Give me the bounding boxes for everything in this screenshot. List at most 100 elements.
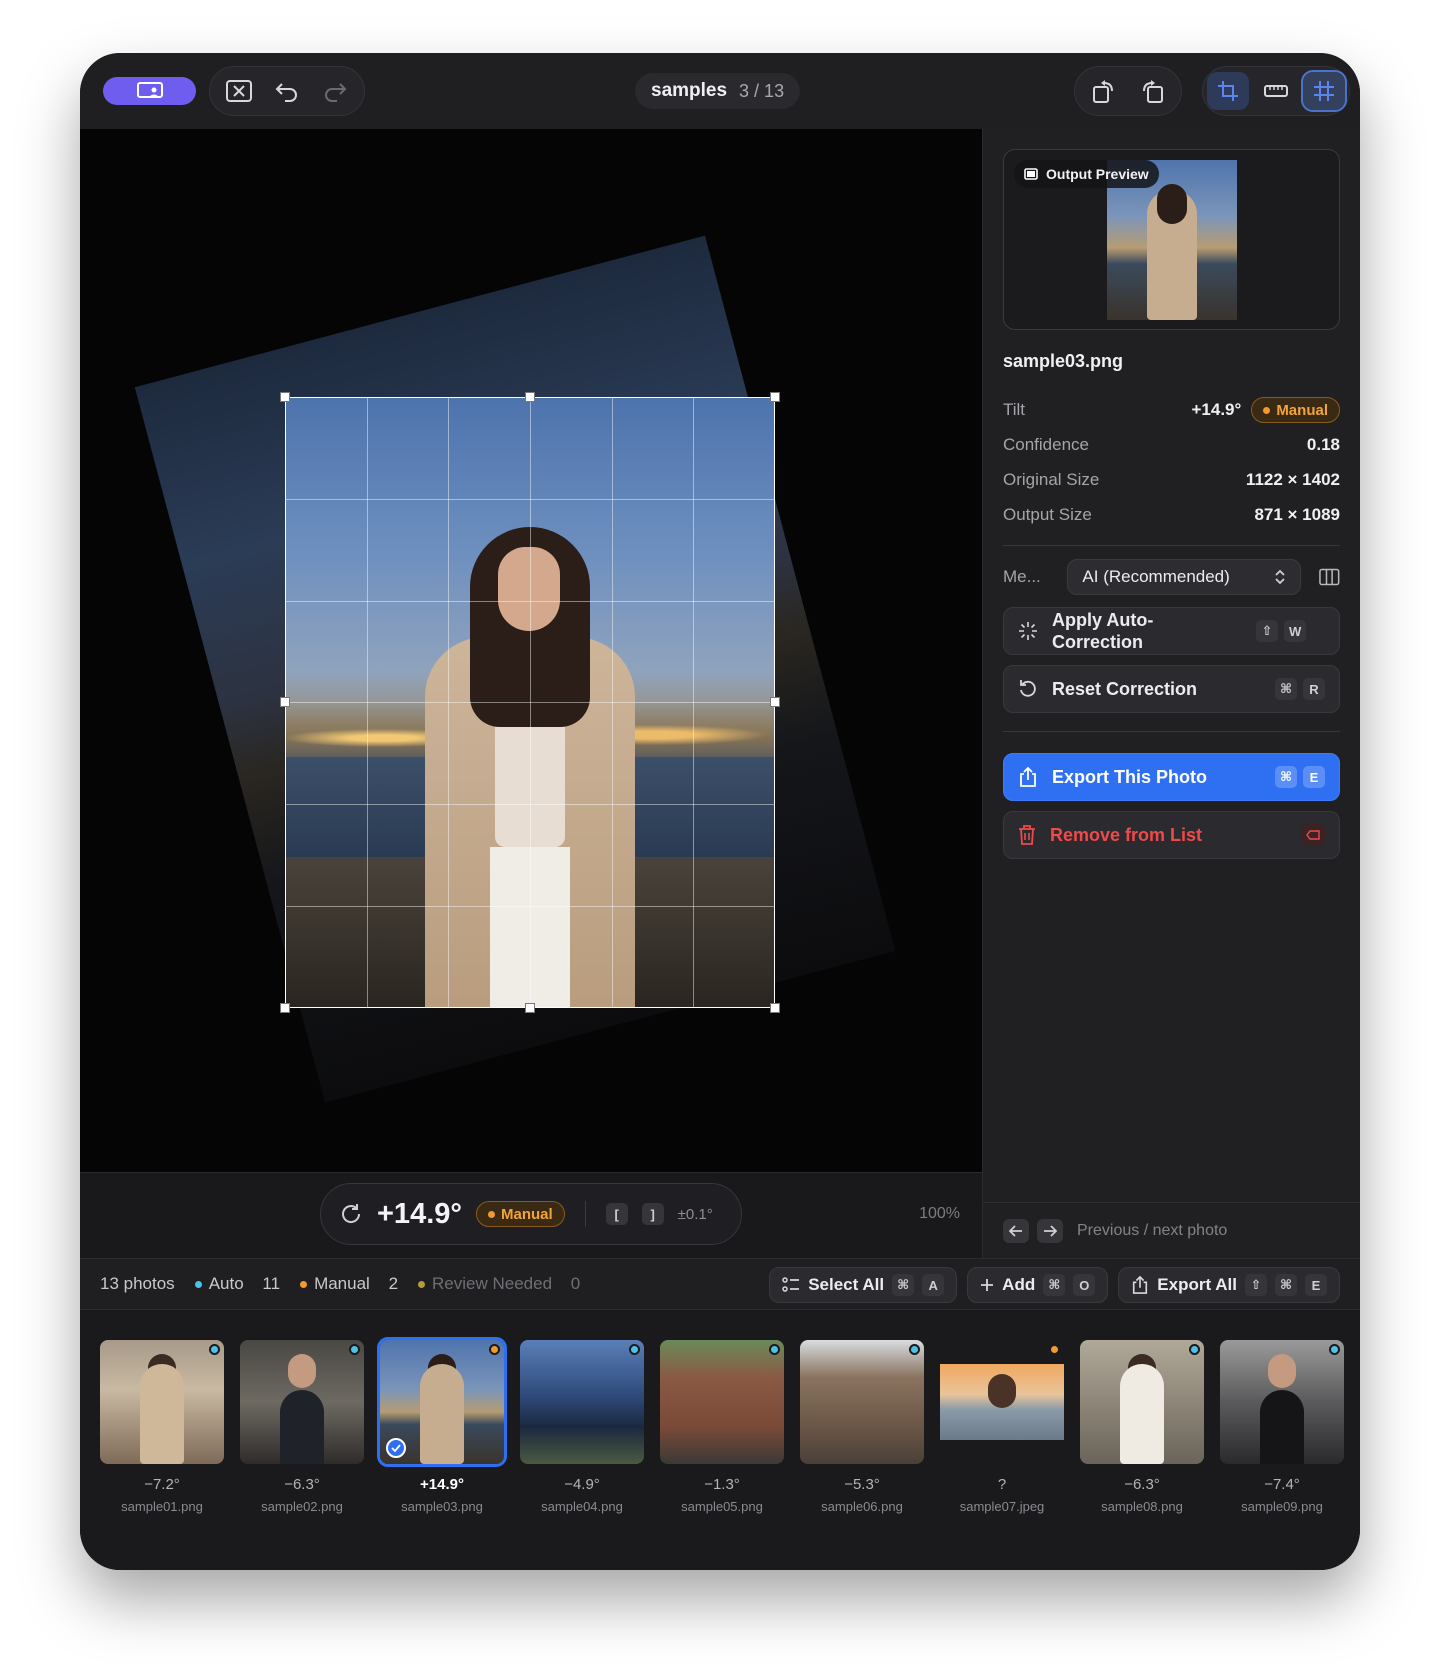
stats-bar: 13 photos Auto 11 Manual 2 Review Needed… [80, 1258, 1360, 1310]
thumbnail-angle: −1.3° [704, 1476, 740, 1493]
folder-name: samples [651, 80, 728, 101]
thumbnail-selected[interactable]: +14.9° sample03.png [377, 1337, 507, 1514]
titlebar: samples 3 / 13 [80, 53, 1360, 129]
method-select[interactable]: AI (Recommended) [1067, 559, 1302, 595]
rotate-right-icon [1143, 80, 1163, 103]
add-photos-button[interactable]: Add ⌘ O [967, 1267, 1109, 1303]
crop-handle-top-left[interactable] [280, 392, 290, 402]
rotate-left-button[interactable] [1083, 72, 1125, 110]
angle-value: +14.9° [377, 1197, 462, 1230]
select-all-button[interactable]: Select All ⌘ A [769, 1267, 958, 1303]
zoom-level[interactable]: 100% [919, 1205, 960, 1223]
thumbnail-image [377, 1337, 507, 1467]
remove-from-list-button[interactable]: Remove from List [1003, 811, 1340, 859]
screen-icon [1024, 168, 1038, 180]
info-key: Output Size [1003, 505, 1092, 524]
thumbnail[interactable]: ? sample07.jpeg [940, 1340, 1064, 1514]
step-up-key[interactable]: ] [641, 1203, 664, 1225]
divider [1003, 731, 1340, 732]
status-dot-icon [1189, 1344, 1200, 1355]
thumbnail-image [100, 1340, 224, 1464]
photo-canvas[interactable] [80, 129, 982, 1172]
document-title: samples 3 / 13 [635, 73, 801, 109]
reset-icon [1020, 680, 1036, 697]
divider [584, 1201, 586, 1227]
share-icon [1020, 766, 1036, 787]
edit-toolbar [209, 66, 365, 116]
photo-count: 13 photos [100, 1274, 175, 1294]
thumbnail[interactable]: −4.9° sample04.png [520, 1340, 644, 1514]
status-dot-icon [1329, 1344, 1340, 1355]
crop-handle-top[interactable] [525, 392, 535, 402]
output-preview: Output Preview [1003, 149, 1340, 330]
thumbnail-angle: −4.9° [564, 1476, 600, 1493]
thumbnail-filename: sample07.jpeg [959, 1499, 1045, 1514]
redo-button[interactable] [314, 72, 356, 110]
rotate-right-button[interactable] [1131, 72, 1173, 110]
compare-columns-icon[interactable] [1319, 568, 1340, 586]
shortcut-key: ⌘ [1043, 1274, 1066, 1296]
reset-correction-button[interactable]: Reset Correction ⌘ R [1003, 665, 1340, 713]
info-key: Original Size [1003, 470, 1100, 489]
ruler-icon [1264, 85, 1288, 97]
mode-badge: Manual [475, 1201, 565, 1227]
crop-frame [285, 397, 775, 1008]
thumbnail[interactable]: −7.2° sample01.png [100, 1340, 224, 1514]
rotate-reset-icon[interactable] [339, 1202, 363, 1226]
filmstrip: −7.2° sample01.png −6.3° sample02.png +1… [80, 1310, 1360, 1570]
overlay-toolbar [1202, 66, 1350, 116]
info-row-original-size: Original Size 1122 × 1402 [1003, 465, 1340, 495]
close-box-icon [226, 80, 252, 102]
thumbnail-filename: sample03.png [401, 1499, 483, 1514]
thumbnail[interactable]: −5.3° sample06.png [800, 1340, 924, 1514]
crop-handle-left[interactable] [280, 697, 290, 707]
shortcut-key: O [1073, 1274, 1096, 1296]
mode-badge-label: Manual [500, 1205, 553, 1223]
thumbnail-angle: ? [997, 1476, 1007, 1493]
manual-label: Manual [314, 1274, 370, 1293]
app-window: samples 3 / 13 +14.9° Manual [] ±0.1° 1… [80, 53, 1360, 1570]
crop-icon [1218, 81, 1238, 101]
export-all-button[interactable]: Export All ⇧ ⌘ E [1118, 1267, 1340, 1303]
shortcut-key: E [1305, 1274, 1327, 1296]
thumbnail-image [660, 1340, 784, 1464]
status-dot-icon [349, 1344, 360, 1355]
status-dot-icon [909, 1344, 920, 1355]
undo-button[interactable] [266, 72, 308, 110]
photo-count-label: 13 photos [100, 1274, 175, 1293]
info-row-output-size: Output Size 871 × 1089 [1003, 500, 1340, 530]
thumbnail-filename: sample01.png [121, 1499, 203, 1514]
angle-control[interactable]: +14.9° Manual [ ] ±0.1° [320, 1183, 742, 1245]
share-icon [1133, 1275, 1148, 1294]
thumbnail[interactable]: −7.4° sample09.png [1220, 1340, 1344, 1514]
close-photo-button[interactable] [218, 72, 260, 110]
shortcut-key: A [922, 1274, 945, 1296]
thumbnail[interactable]: −6.3° sample02.png [240, 1340, 364, 1514]
info-value: 1122 × 1402 [1245, 470, 1340, 489]
angle-bar: +14.9° Manual [ ] ±0.1° 100% [80, 1172, 982, 1258]
export-this-photo-button[interactable]: Export This Photo ⌘ E [1003, 753, 1340, 801]
level-tool-button[interactable] [1255, 72, 1297, 110]
thumbnail[interactable]: −1.3° sample05.png [660, 1340, 784, 1514]
crop-handle-top-right[interactable] [770, 392, 780, 402]
crop-handle-bottom-right[interactable] [770, 1003, 780, 1013]
rotate-toolbar [1074, 66, 1182, 116]
crop-handle-right[interactable] [770, 697, 780, 707]
shortcut-key: ⌘ [1274, 678, 1297, 700]
thumbnail[interactable]: −6.3° sample08.png [1080, 1340, 1204, 1514]
status-dot-icon [769, 1344, 780, 1355]
grid-icon [1314, 81, 1334, 101]
info-row-tilt: Tilt +14.9° Manual [1003, 395, 1340, 425]
crop-handle-bottom[interactable] [525, 1003, 535, 1013]
previous-photo-button[interactable] [1003, 1218, 1029, 1243]
crop-handle-bottom-left[interactable] [280, 1003, 290, 1013]
info-row-confidence: Confidence 0.18 [1003, 430, 1340, 460]
thumbnail-angle: −7.2° [144, 1476, 180, 1493]
step-down-key[interactable]: [ [605, 1203, 628, 1225]
view-mode-button[interactable] [103, 77, 196, 105]
tilt-mode-label: Manual [1276, 401, 1328, 419]
next-photo-button[interactable] [1037, 1218, 1063, 1243]
crop-tool-button[interactable] [1207, 72, 1249, 110]
grid-toggle-button[interactable] [1301, 70, 1347, 112]
apply-auto-correction-button[interactable]: Apply Auto-Correction ⇧ W [1003, 607, 1340, 655]
